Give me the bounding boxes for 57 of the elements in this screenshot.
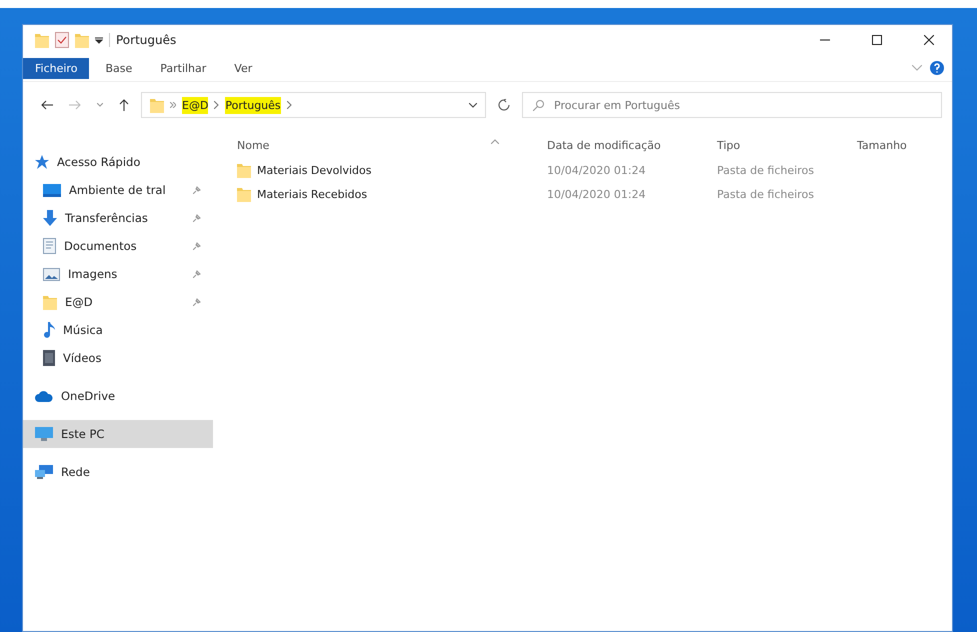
column-header[interactable]: Tipo: [713, 139, 853, 158]
ribbon-tab[interactable]: Ficheiro: [23, 58, 90, 78]
help-icon[interactable]: [930, 61, 944, 75]
nav-item[interactable]: OneDrive: [23, 382, 213, 410]
file-type: Pasta de ficheiros: [716, 164, 815, 176]
nav-item[interactable]: Este PC: [23, 420, 213, 448]
ribbon-tab[interactable]: Partilhar: [148, 58, 218, 78]
nav-item[interactable]: Ambiente de tral: [23, 176, 213, 204]
breadcrumb[interactable]: E@D: [182, 96, 208, 114]
dropdown-icon[interactable]: [95, 36, 103, 44]
search-input[interactable]: Procurar em Português: [552, 98, 931, 112]
nav-item[interactable]: Música: [23, 316, 213, 344]
folder-icon: [150, 97, 164, 113]
search-box[interactable]: Procurar em Português: [522, 92, 942, 118]
new-folder-icon: [75, 32, 89, 48]
search-icon: [533, 100, 544, 110]
breadcrumb[interactable]: Português: [225, 96, 281, 114]
file-name[interactable]: Materiais Recebidos: [257, 188, 368, 200]
maximize-icon: [872, 35, 882, 45]
column-header[interactable]: Tamanho: [853, 139, 943, 158]
file-name[interactable]: Materiais Devolvidos: [257, 164, 372, 176]
properties-icon[interactable]: [55, 32, 69, 48]
nav-item[interactable]: Documentos: [23, 232, 213, 260]
nav-item[interactable]: Rede: [23, 458, 213, 486]
folder-icon: [237, 162, 251, 178]
nav-item[interactable]: Vídeos: [23, 344, 213, 372]
folder-icon: [35, 32, 49, 48]
ribbon-tab[interactable]: Ver: [222, 58, 264, 78]
column-header[interactable]: Data de modificação: [543, 139, 713, 158]
nav-item[interactable]: Acesso Rápido: [23, 148, 213, 176]
modified-date: 10/04/2020 01:24: [546, 164, 647, 176]
nav-item[interactable]: Imagens: [23, 260, 213, 288]
cloud-icon: [35, 390, 53, 402]
double-chevron-icon: [170, 102, 176, 108]
document-icon: [43, 238, 56, 254]
image-icon: [43, 268, 60, 280]
film-icon: [43, 350, 55, 366]
monitor-icon: [35, 427, 53, 441]
file-type: Pasta de ficheiros: [716, 188, 815, 200]
nav-item[interactable]: Transferências: [23, 204, 213, 232]
address-bar[interactable]: E@D Português: [141, 92, 486, 118]
close-icon: [924, 35, 934, 45]
folder-icon: [43, 294, 57, 310]
download-arrow-icon: [43, 210, 57, 226]
folder-icon: [237, 186, 251, 202]
network-icon: [35, 465, 53, 479]
column-header[interactable]: Nome: [233, 139, 543, 158]
star-icon: [35, 155, 49, 169]
chevron-right-icon[interactable]: [214, 101, 220, 109]
music-note-icon: [43, 322, 55, 338]
window-title: Português: [109, 33, 176, 47]
ribbon-tab[interactable]: Base: [93, 58, 144, 78]
chevron-down-icon[interactable]: [469, 102, 477, 108]
nav-item[interactable]: E@D: [23, 288, 213, 316]
modified-date: 10/04/2020 01:24: [546, 188, 647, 200]
desktop-icon: [43, 184, 61, 196]
chevron-right-icon[interactable]: [286, 101, 292, 109]
